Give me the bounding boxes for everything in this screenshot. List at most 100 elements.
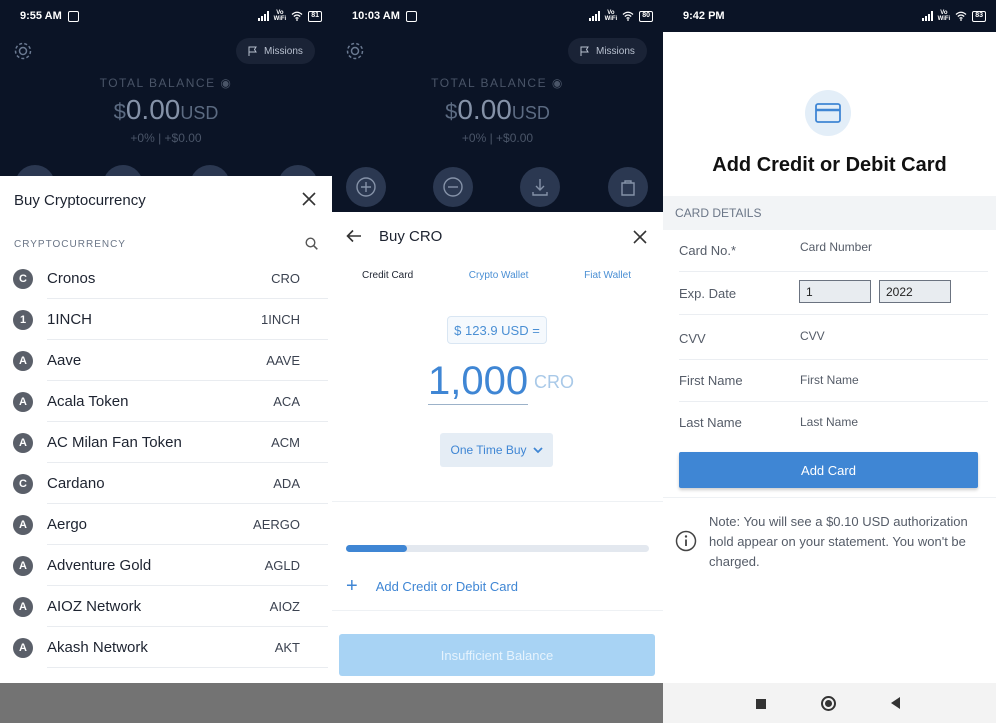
coin-list-item[interactable]: A Adventure Gold AGLD xyxy=(0,545,332,586)
battery-icon: 81 xyxy=(308,10,322,22)
missions-button[interactable]: Missions xyxy=(568,38,647,64)
coin-list-item[interactable]: C Cardano ADA xyxy=(0,463,332,504)
system-navigation-bar xyxy=(663,683,996,723)
minus-circle-icon xyxy=(443,177,463,197)
coin-name: Aergo xyxy=(47,516,88,533)
wifi-icon xyxy=(291,11,303,21)
coin-badge-icon: A xyxy=(13,514,33,535)
screen-buy-cryptocurrency: 9:55 AM Vo WiFi 81 Missions TOTAL BALANC… xyxy=(0,0,332,723)
coin-badge-icon: A xyxy=(13,637,33,658)
purchase-type-label: One Time Buy xyxy=(450,443,527,457)
first-name-label: First Name xyxy=(679,373,743,388)
add-card-label: Add Credit or Debit Card xyxy=(375,578,519,594)
volte-indicator: Vo WiFi xyxy=(604,10,618,22)
insufficient-balance-button[interactable]: Insufficient Balance xyxy=(339,634,655,676)
status-time: 10:03 AM xyxy=(352,10,400,22)
eye-icon[interactable]: ◉ xyxy=(220,76,232,90)
coin-list-item[interactable]: A Acala Token ACA xyxy=(0,381,332,422)
volte-indicator: Vo WiFi xyxy=(937,10,951,22)
coin-badge-icon: A xyxy=(13,432,33,453)
card-number-label: Card No.* xyxy=(679,243,737,258)
step-progress-bar xyxy=(346,545,649,552)
back-icon[interactable] xyxy=(891,697,900,709)
coin-list-item[interactable]: A Aave AAVE xyxy=(0,340,332,381)
amount-input[interactable]: 1,000 xyxy=(428,358,529,405)
dashboard-background: 10:03 AM Vo WiFi 80 Missions TOTAL BALAN… xyxy=(332,0,663,212)
purchase-type-dropdown[interactable]: One Time Buy xyxy=(440,433,553,467)
coin-symbol: ACM xyxy=(271,435,300,450)
coin-list-item[interactable]: 1 1INCH 1INCH xyxy=(0,299,332,340)
coin-badge-icon: A xyxy=(13,391,33,412)
close-icon[interactable] xyxy=(633,230,647,244)
coin-symbol: AIOZ xyxy=(269,599,300,614)
tab-crypto-wallet[interactable]: Crypto Wallet xyxy=(469,270,529,281)
exp-year-select[interactable]: 2022 xyxy=(879,280,951,303)
shopping-bag-icon xyxy=(621,180,635,196)
coin-list-item[interactable]: C Cronos CRO xyxy=(0,258,332,299)
total-balance-label: TOTAL BALANCE ◉ xyxy=(99,76,233,90)
download-icon xyxy=(532,179,548,196)
withdraw-button[interactable] xyxy=(433,167,473,207)
add-card-link[interactable]: + Add Credit or Debit Card xyxy=(346,576,518,596)
close-icon[interactable] xyxy=(302,192,316,206)
last-name-label: Last Name xyxy=(679,415,742,430)
cvv-input[interactable]: CVV xyxy=(800,329,825,343)
pay-button[interactable] xyxy=(608,167,648,207)
divider xyxy=(332,610,663,611)
coin-badge-icon: C xyxy=(13,473,33,494)
recents-icon[interactable] xyxy=(756,699,766,709)
coin-list-item[interactable]: A AC Milan Fan Token ACM xyxy=(0,422,332,463)
gear-icon[interactable] xyxy=(12,40,34,62)
section-label: CARD DETAILS xyxy=(663,196,996,230)
home-icon[interactable] xyxy=(821,696,836,711)
tab-fiat-wallet[interactable]: Fiat Wallet xyxy=(584,270,631,281)
exp-month-select[interactable]: 1 xyxy=(799,280,871,303)
status-bar: 10:03 AM Vo WiFi 80 xyxy=(332,0,663,32)
flag-icon xyxy=(248,46,257,56)
row-divider xyxy=(47,667,328,668)
flag-icon xyxy=(580,46,589,56)
last-name-input[interactable]: Last Name xyxy=(800,415,858,429)
add-card-button[interactable]: Add Card xyxy=(679,452,978,488)
battery-icon: 83 xyxy=(972,10,986,22)
usd-equivalent[interactable]: $ 123.9 USD = xyxy=(447,316,547,344)
balance-change: +0% | +$0.00 xyxy=(130,131,202,145)
coin-symbol: ACA xyxy=(273,394,300,409)
missions-button[interactable]: Missions xyxy=(236,38,315,64)
search-icon[interactable] xyxy=(305,237,318,250)
coin-name: Aave xyxy=(47,352,82,369)
section-label: CRYPTOCURRENCY xyxy=(14,239,126,250)
coin-list-item[interactable]: A Aergo AERGO xyxy=(0,504,332,545)
receive-button[interactable] xyxy=(520,167,560,207)
system-navigation-bar xyxy=(332,683,663,723)
first-name-input[interactable]: First Name xyxy=(800,373,859,387)
eye-icon[interactable]: ◉ xyxy=(552,76,564,90)
tab-credit-card[interactable]: Credit Card xyxy=(362,270,413,281)
balance-change: +0% | +$0.00 xyxy=(461,131,534,145)
coin-symbol: AGLD xyxy=(264,558,300,573)
gear-icon[interactable] xyxy=(344,40,366,62)
coin-badge-icon: A xyxy=(13,596,33,617)
coin-badge-icon: C xyxy=(13,268,33,289)
coin-list-item[interactable]: A AIOZ Network AIOZ xyxy=(0,586,332,627)
coin-badge-icon: A xyxy=(13,555,33,576)
screen-buy-cro: 10:03 AM Vo WiFi 80 Missions TOTAL BALAN… xyxy=(332,0,663,723)
notification-icon xyxy=(405,10,417,22)
coin-symbol: CRO xyxy=(271,271,300,286)
total-balance-label: TOTAL BALANCE ◉ xyxy=(431,76,564,90)
info-icon xyxy=(675,530,697,552)
exp-date-row: Exp. Date 1 2022 xyxy=(663,272,996,315)
coin-list: C Cronos CRO 1 1INCH 1INCH A Aave AAVE A Acala Tok… xyxy=(0,258,332,668)
plus-circle-icon xyxy=(356,177,376,197)
back-arrow-icon[interactable] xyxy=(346,229,362,243)
divider xyxy=(332,501,663,502)
deposit-button[interactable] xyxy=(346,167,386,207)
missions-label: Missions xyxy=(264,45,303,57)
buy-cro-sheet: Buy CRO Credit Card Crypto Wallet Fiat W… xyxy=(332,212,663,723)
coin-list-item[interactable]: A Akash Network AKT xyxy=(0,627,332,668)
card-number-input[interactable]: Card Number xyxy=(800,240,872,254)
coin-symbol: ADA xyxy=(273,476,300,491)
page-title: Add Credit or Debit Card xyxy=(712,154,947,176)
status-bar: 9:42 PM Vo WiFi 83 xyxy=(663,0,996,32)
sheet-title: Buy CRO xyxy=(379,228,443,245)
